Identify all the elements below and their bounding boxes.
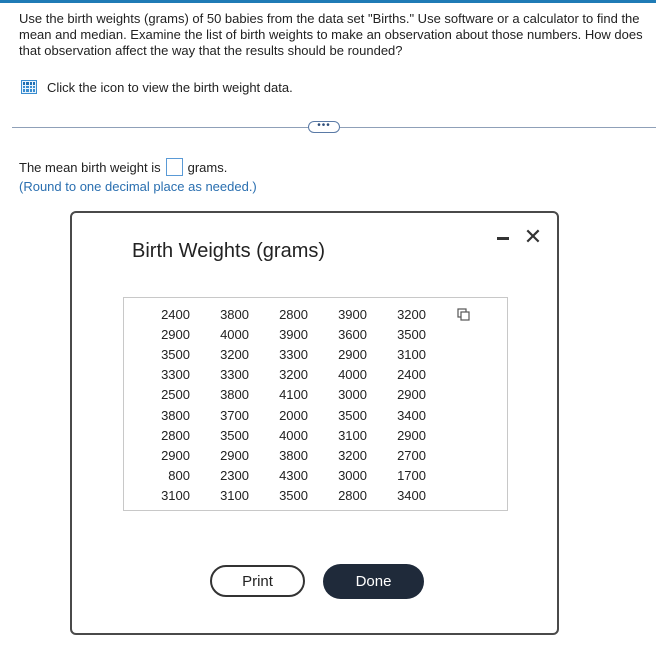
table-row: 2900 4000 3900 3600 3500 xyxy=(124,325,444,345)
table-cell: 4300 xyxy=(279,467,308,483)
table-cell: 2900 xyxy=(397,427,426,443)
table-cell: 2500 xyxy=(161,387,190,403)
table-row: 3300 3300 3200 4000 2400 xyxy=(124,365,444,385)
minimize-icon[interactable] xyxy=(497,237,509,240)
table-cell: 2900 xyxy=(220,447,249,463)
table-cell: 800 xyxy=(168,467,190,483)
table-cell: 3200 xyxy=(397,307,426,322)
birth-weight-data-link[interactable]: Click the icon to view the birth weight … xyxy=(21,78,293,96)
table-cell: 2900 xyxy=(161,447,190,463)
birth-weights-table: 2400 3800 2800 3900 3200 2900 4000 3900 3600 3500… xyxy=(123,297,508,511)
table-cell: 3400 xyxy=(397,487,426,503)
answer-line: The mean birth weight is grams. xyxy=(19,157,227,177)
done-button[interactable]: Done xyxy=(323,564,424,599)
table-cell: 3200 xyxy=(220,347,249,363)
table-cell: 3100 xyxy=(397,347,426,363)
table-cell: 2900 xyxy=(338,347,367,363)
table-cell: 2900 xyxy=(161,327,190,343)
table-cell: 2400 xyxy=(397,367,426,383)
table-cell: 3800 xyxy=(220,307,249,322)
table-cell: 3500 xyxy=(279,487,308,503)
data-link-label[interactable]: Click the icon to view the birth weight … xyxy=(47,80,293,95)
expand-more-button[interactable]: ••• xyxy=(308,121,340,133)
table-cell: 3100 xyxy=(161,487,190,503)
copy-icon[interactable] xyxy=(457,308,470,321)
table-cell: 3000 xyxy=(338,387,367,403)
question-text: Use the birth weights (grams) of 50 babi… xyxy=(19,11,643,58)
table-cell: 3800 xyxy=(220,387,249,403)
table-cell: 2900 xyxy=(397,387,426,403)
table-cell: 4000 xyxy=(338,367,367,383)
table-row: 800 2300 4300 3000 1700 xyxy=(124,466,444,486)
table-row: 3100 3100 3500 2800 3400 xyxy=(124,486,444,506)
table-cell: 4100 xyxy=(279,387,308,403)
table-row: 2500 3800 4100 3000 2900 xyxy=(124,385,444,405)
table-cell: 2800 xyxy=(279,307,308,322)
table-cell: 2300 xyxy=(220,467,249,483)
table-cell: 3300 xyxy=(161,367,190,383)
answer-suffix: grams. xyxy=(187,159,228,175)
table-cell: 3500 xyxy=(397,327,426,343)
table-row: 3500 3200 3300 2900 3100 xyxy=(124,345,444,365)
table-cell: 4000 xyxy=(279,427,308,443)
table-cell: 3400 xyxy=(397,407,426,423)
table-cell: 3100 xyxy=(338,427,367,443)
table-cell: 1700 xyxy=(397,467,426,483)
table-cell: 3300 xyxy=(279,347,308,363)
table-row: 2400 3800 2800 3900 3200 xyxy=(124,305,444,325)
table-cell: 3200 xyxy=(279,367,308,383)
answer-prefix: The mean birth weight is xyxy=(19,159,161,175)
table-cell: 2400 xyxy=(161,307,190,322)
dialog-title: Birth Weights (grams) xyxy=(132,240,326,262)
table-cell: 3200 xyxy=(338,447,367,463)
table-cell: 3700 xyxy=(220,407,249,423)
table-row: 3800 3700 2000 3500 3400 xyxy=(124,406,444,426)
table-cell: 2700 xyxy=(397,447,426,463)
table-cell: 3500 xyxy=(220,427,249,443)
table-cell: 3500 xyxy=(338,407,367,423)
table-cell: 3600 xyxy=(338,327,367,343)
rounding-hint: (Round to one decimal place as needed.) xyxy=(19,179,257,194)
table-cell: 3300 xyxy=(220,367,249,383)
print-button[interactable]: Print xyxy=(210,565,305,597)
table-cell: 3100 xyxy=(220,487,249,503)
birth-weights-dialog: Birth Weights (grams) ✕ 2400 3800 2800 3900… xyxy=(70,211,559,635)
table-row: 2900 2900 3800 3200 2700 xyxy=(124,446,444,466)
top-accent-bar xyxy=(0,0,656,3)
table-cell: 3000 xyxy=(338,467,367,483)
page: Use the birth weights (grams) of 50 babi… xyxy=(0,0,656,666)
close-icon[interactable]: ✕ xyxy=(523,226,543,248)
table-cell: 2000 xyxy=(279,407,308,423)
table-cell: 3900 xyxy=(279,327,308,343)
table-grid-icon[interactable] xyxy=(21,80,37,94)
table-cell: 2800 xyxy=(338,487,367,503)
table-cell: 4000 xyxy=(220,327,249,343)
table-cell: 3900 xyxy=(338,307,367,322)
table-cell: 3800 xyxy=(161,407,190,423)
table-cell: 3500 xyxy=(161,347,190,363)
table-row: 2800 3500 4000 3100 2900 xyxy=(124,426,444,446)
table-cell: 3800 xyxy=(279,447,308,463)
mean-answer-input[interactable] xyxy=(165,158,183,176)
table-cell: 2800 xyxy=(161,427,190,443)
